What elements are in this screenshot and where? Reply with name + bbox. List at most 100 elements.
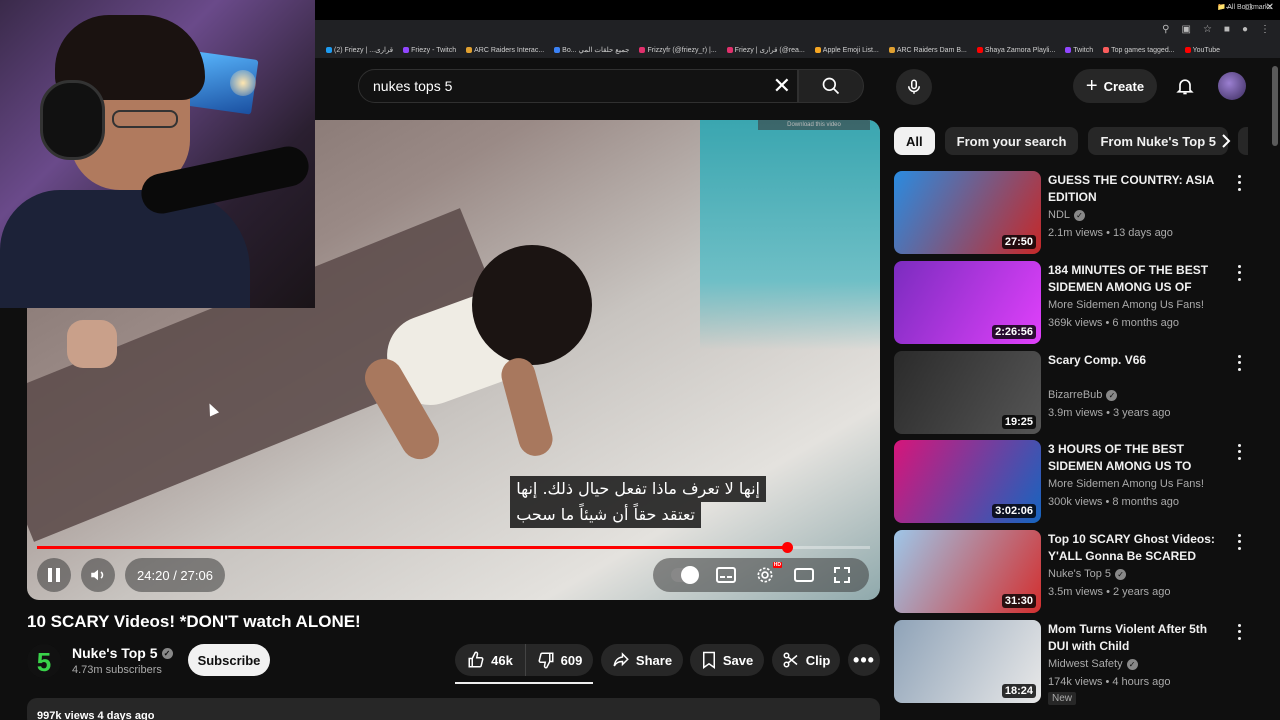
pause-button[interactable]: [37, 558, 71, 592]
subscribe-button[interactable]: Subscribe: [188, 644, 270, 676]
recommended-video[interactable]: 31:30 Top 10 SCARY Ghost Videos: Y'ALL Go…: [894, 530, 1254, 614]
bookmark-item[interactable]: (2) Friezy | ...قرارى: [326, 46, 393, 54]
channel-name[interactable]: Nuke's Top 5 ✓: [72, 645, 173, 661]
bookmark-item[interactable]: Top games tagged...: [1103, 47, 1175, 54]
channel-avatar[interactable]: 5: [27, 644, 61, 678]
video-thumbnail[interactable]: 2:26:56: [894, 261, 1041, 344]
fullscreen-icon[interactable]: [833, 566, 851, 584]
settings-button[interactable]: HD: [755, 562, 782, 585]
recommended-video[interactable]: 18:24 Mom Turns Violent After 5th DUI wit…: [894, 620, 1254, 705]
recommended-channel[interactable]: BizarreBub ✓: [1048, 389, 1118, 401]
recommended-title[interactable]: Mom Turns Violent After 5th DUI with Chi…: [1048, 621, 1230, 655]
more-vertical-icon[interactable]: [1232, 353, 1246, 373]
more-vertical-icon[interactable]: [1232, 263, 1246, 283]
video-thumbnail[interactable]: 3:02:06: [894, 440, 1041, 523]
theater-mode-icon[interactable]: [794, 567, 815, 583]
more-actions-button[interactable]: •••: [848, 644, 880, 676]
video-duration: 18:24: [1001, 684, 1036, 698]
bookmark-item[interactable]: Friezy - Twitch: [403, 47, 456, 54]
voice-search-button[interactable]: [896, 69, 932, 105]
views-date: 997k views 4 days ago: [37, 710, 155, 720]
account-avatar[interactable]: [1218, 72, 1246, 100]
more-horizontal-icon: •••: [853, 649, 875, 670]
all-bookmarks[interactable]: 📁 All Bookmarks: [1217, 3, 1272, 11]
create-button[interactable]: + Create: [1073, 69, 1157, 103]
filter-chip[interactable]: All: [894, 127, 935, 155]
scrubber-handle[interactable]: [781, 542, 793, 553]
bookmark-item[interactable]: Bo... جميع حلقات المي: [554, 46, 629, 54]
like-button[interactable]: 46k: [455, 644, 525, 676]
search-input[interactable]: nukes tops 5 ✕: [358, 69, 798, 103]
search-query[interactable]: nukes tops 5: [373, 78, 452, 94]
scrollbar[interactable]: [1272, 66, 1278, 146]
search-icon: [822, 77, 840, 95]
bookmark-label: Twitch: [1073, 46, 1094, 54]
bookmark-favicon-icon: [814, 47, 821, 53]
install-icon[interactable]: ▣: [1181, 24, 1190, 35]
bookmark-item[interactable]: Frizzyfr (@friezy_r) |...: [639, 46, 717, 54]
download-extension-chip[interactable]: Download this video: [758, 120, 870, 130]
recommended-title[interactable]: GUESS THE COUNTRY: ASIA EDITION: [1048, 172, 1230, 206]
more-vertical-icon[interactable]: [1232, 622, 1246, 642]
subtitles-icon[interactable]: [715, 567, 736, 583]
filter-chip[interactable]: From Nuke's Top 5: [1088, 127, 1228, 155]
recommended-channel[interactable]: More Sidemen Among Us Fans!: [1048, 299, 1204, 311]
zoom-icon[interactable]: ⚲: [1162, 24, 1169, 35]
recommended-title[interactable]: 184 MINUTES OF THE BEST SIDEMEN AMONG US…: [1048, 262, 1230, 296]
progress-bar[interactable]: [37, 542, 870, 553]
more-vertical-icon[interactable]: [1232, 442, 1246, 462]
filter-chip[interactable]: From your search: [944, 127, 1079, 155]
video-thumbnail[interactable]: 18:24: [894, 620, 1041, 703]
recommended-channel[interactable]: Nuke's Top 5 ✓: [1048, 568, 1127, 580]
star-icon[interactable]: ☆: [1203, 24, 1212, 35]
profile-icon[interactable]: ●: [1242, 24, 1248, 35]
recommended-video[interactable]: 3:02:06 3 HOURS OF THE BEST SIDEMEN AMONG…: [894, 440, 1254, 524]
video-thumbnail[interactable]: 27:50: [894, 171, 1041, 254]
recommended-title[interactable]: Scary Comp. V66: [1048, 352, 1230, 369]
more-vertical-icon[interactable]: [1232, 173, 1246, 193]
browser-menu-icon[interactable]: ⋮: [1260, 24, 1270, 35]
bookmark-item[interactable]: YouTube: [1184, 47, 1220, 54]
bookmark-item[interactable]: Friezy | قرارى (@rea...: [726, 46, 805, 54]
recommended-video[interactable]: 19:25 Scary Comp. V66 BizarreBub ✓ 3.9m view…: [894, 351, 1254, 435]
more-vertical-icon[interactable]: [1232, 532, 1246, 552]
autoplay-toggle[interactable]: [670, 566, 699, 584]
volume-button[interactable]: [81, 558, 115, 592]
bookmark-item[interactable]: ARC Raiders Dam B...: [888, 47, 967, 54]
share-button[interactable]: Share: [601, 644, 683, 676]
recommended-channel[interactable]: More Sidemen Among Us Fans!: [1048, 478, 1204, 490]
verified-icon: ✓: [1126, 658, 1138, 670]
recommended-channel[interactable]: NDL ✓: [1048, 209, 1086, 221]
recommended-title[interactable]: Top 10 SCARY Ghost Videos: Y'ALL Gonna B…: [1048, 531, 1230, 565]
recommended-video[interactable]: 2:26:56 184 MINUTES OF THE BEST SIDEMEN A…: [894, 261, 1254, 345]
description-box[interactable]: 997k views 4 days ago: [27, 698, 880, 720]
extensions-icon[interactable]: ■: [1224, 24, 1230, 35]
video-thumbnail[interactable]: 31:30: [894, 530, 1041, 613]
search-button[interactable]: [798, 69, 864, 103]
like-ratio-bar: [455, 682, 593, 684]
clear-search-icon[interactable]: ✕: [773, 74, 791, 98]
bookmark-item[interactable]: Apple Emoji List...: [814, 47, 879, 54]
chips-next-button[interactable]: [1212, 127, 1240, 155]
video-duration: 19:25: [1001, 415, 1036, 429]
volume-icon: [91, 569, 104, 581]
recommended-video[interactable]: 27:50 GUESS THE COUNTRY: ASIA EDITION NDL ✓…: [894, 171, 1254, 255]
recommended-channel[interactable]: Midwest Safety ✓: [1048, 658, 1138, 670]
bookmark-item[interactable]: Shaya Zamora Playli...: [976, 47, 1055, 54]
bookmark-favicon-icon: [554, 47, 561, 53]
thumbs-up-icon: [468, 651, 484, 668]
bookmark-item[interactable]: Twitch: [1065, 47, 1093, 54]
youtube-header: nukes tops 5 ✕ + Create: [316, 58, 1280, 114]
save-button[interactable]: Save: [690, 644, 764, 676]
verified-icon: ✓: [161, 647, 173, 659]
recommended-title[interactable]: 3 HOURS OF THE BEST SIDEMEN AMONG US TO …: [1048, 441, 1230, 475]
bookmark-label: Frizzyfr (@friezy_r) |...: [647, 46, 717, 54]
video-thumbnail[interactable]: 19:25: [894, 351, 1041, 434]
pause-icon: [48, 568, 60, 582]
clip-button[interactable]: Clip: [772, 644, 840, 676]
bookmark-item[interactable]: ARC Raiders Interac...: [466, 47, 544, 54]
video-frame-foot: [67, 320, 117, 368]
subscriber-count: 4.73m subscribers: [72, 664, 162, 676]
notifications-button[interactable]: [1171, 72, 1199, 100]
dislike-button[interactable]: 609: [525, 644, 593, 676]
